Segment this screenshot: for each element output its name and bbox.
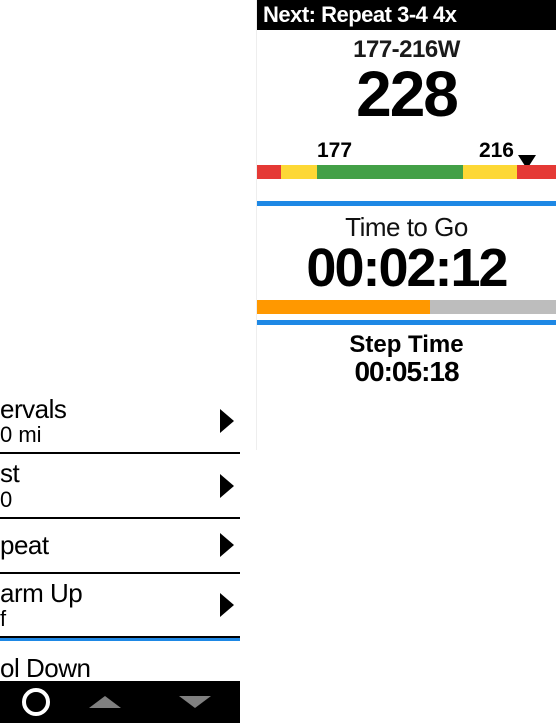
menu-item-intervals[interactable]: ervals 0 mi	[0, 390, 240, 454]
nav-down-button[interactable]	[150, 696, 240, 708]
gauge-high-label: 216	[479, 139, 514, 163]
power-zone-gauge: 177 216	[257, 139, 556, 187]
chevron-right-icon	[220, 474, 234, 498]
menu-list: ervals 0 mi st 0 peat arm Up f ol Down	[0, 390, 240, 696]
menu-item-title: arm Up	[0, 580, 212, 607]
workout-data-screen: Next: Repeat 3-4 4x 177-216W 228 177 216…	[256, 0, 556, 450]
time-to-go-value: 00:02:12	[257, 243, 556, 294]
menu-item-rest[interactable]: st 0	[0, 454, 240, 518]
nav-bar	[0, 681, 240, 723]
menu-item-title: peat	[0, 532, 212, 559]
step-time-value: 00:05:18	[257, 359, 556, 386]
step-time-label: Step Time	[257, 331, 556, 359]
zone-seg-green	[317, 165, 464, 179]
chevron-right-icon	[220, 533, 234, 557]
zone-seg-yellow-low	[281, 165, 317, 179]
time-to-go-field: Time to Go 00:02:12	[257, 206, 556, 294]
nav-up-button[interactable]	[60, 696, 150, 708]
gauge-bar	[257, 165, 556, 179]
next-step-header: Next: Repeat 3-4 4x	[257, 0, 556, 30]
zone-seg-red-low	[257, 165, 281, 179]
power-field: 177-216W 228	[257, 30, 556, 125]
chevron-right-icon	[220, 409, 234, 433]
menu-item-sub: 0	[0, 488, 212, 511]
gauge-low-label: 177	[317, 139, 352, 163]
menu-item-warm-up[interactable]: arm Up f	[0, 574, 240, 638]
power-current-value: 228	[257, 64, 556, 125]
step-progress-bar	[257, 300, 556, 314]
back-circle-icon	[22, 688, 50, 716]
progress-fill	[257, 300, 430, 314]
menu-item-title: ol Down	[0, 655, 212, 682]
chevron-up-icon	[89, 696, 121, 708]
menu-item-sub: 0 mi	[0, 423, 212, 446]
chevron-right-icon	[220, 593, 234, 617]
workout-steps-menu: ervals 0 mi st 0 peat arm Up f ol Down	[0, 390, 240, 723]
menu-item-sub: f	[0, 607, 212, 630]
menu-item-title: st	[0, 460, 212, 487]
chevron-down-icon	[179, 696, 211, 708]
menu-item-title: ervals	[0, 396, 212, 423]
menu-item-repeat[interactable]: peat	[0, 519, 240, 574]
step-time-field: Step Time 00:05:18	[257, 325, 556, 386]
back-button[interactable]	[0, 681, 60, 723]
progress-remaining	[430, 300, 556, 314]
zone-seg-yellow-high	[463, 165, 517, 179]
zone-seg-red-high	[517, 165, 556, 179]
